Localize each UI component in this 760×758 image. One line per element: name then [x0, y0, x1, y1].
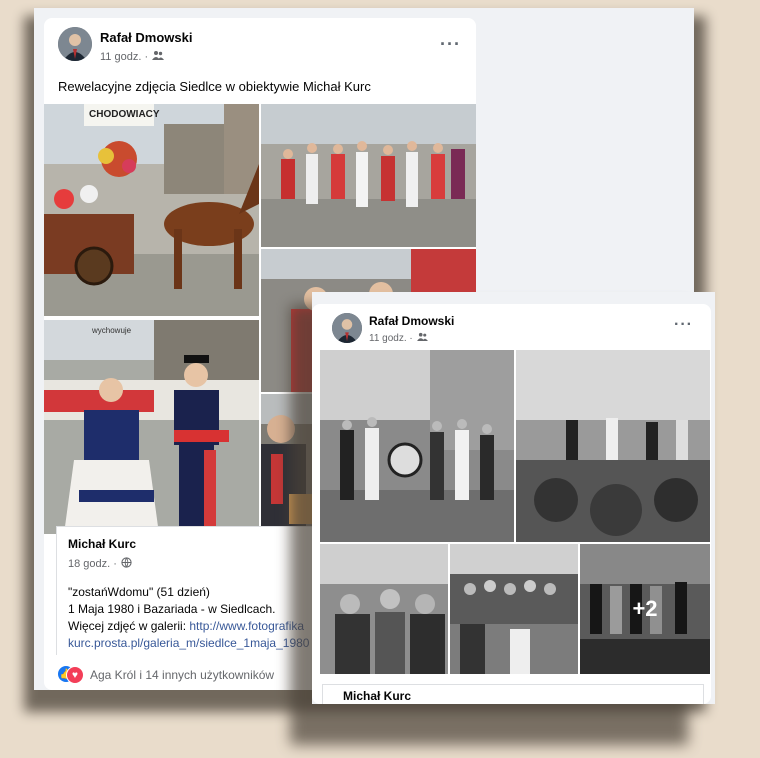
more-options-icon[interactable]: ··· [440, 34, 461, 55]
photo-bw-stage-crowd[interactable] [516, 350, 710, 542]
shared-post-meta: 18 godz. · [68, 557, 132, 571]
shared-text-line3: Więcej zdjęć w galerii: http://www.fotog… [68, 619, 304, 633]
globe-icon [121, 557, 132, 571]
post-time[interactable]: 11 godz. · [100, 51, 148, 63]
reaction-icons: 👍 ♥ [58, 666, 84, 684]
author-name[interactable]: Rafał Dmowski [100, 30, 192, 45]
photo-bw-audience[interactable] [450, 544, 578, 674]
gallery-label: Więcej zdjęć w galerii: [68, 619, 190, 633]
overlay-post-meta: 11 godz. · [369, 332, 428, 344]
photo-folk-dancers[interactable] [261, 104, 476, 247]
photo-bw-band-parade[interactable] [320, 350, 514, 542]
overlay-post-time[interactable]: 11 godz. · [369, 333, 413, 344]
friends-icon [416, 332, 428, 344]
photo-bw-folk-group[interactable]: +2 [580, 544, 710, 674]
overlay-more-options-icon[interactable]: ··· [674, 316, 693, 334]
post-meta: 11 godz. · [100, 50, 165, 63]
post-text: Rewelacyjne zdjęcia Siedlce w obiektywie… [58, 79, 371, 94]
heart-icon: ♥ [66, 666, 84, 684]
reactions-bar[interactable]: 👍 ♥ Aga Król i 14 innych użytkowników [58, 666, 274, 684]
feed-screenshot-overlay: Rafał Dmowski 11 godz. · ··· +2 Michał K… [312, 292, 715, 704]
shared-text-line1: "zostańWdomu" (51 dzień) [68, 585, 210, 599]
gallery-link-part2[interactable]: kurc.prosta.pl/galeria_m/siedlce_1maja_1… [68, 636, 309, 650]
photo-caption-sign: wychowuje [92, 326, 132, 335]
shared-author-name[interactable]: Michał Kurc [68, 537, 136, 551]
overlay-author-name[interactable]: Rafał Dmowski [369, 314, 454, 328]
overlay-author-avatar[interactable] [332, 313, 362, 343]
overlay-shared-author-name[interactable]: Michał Kurc [343, 689, 411, 703]
photo-dance-couple[interactable]: wychowuje [44, 320, 259, 534]
author-avatar[interactable] [58, 27, 92, 61]
shared-text-line2: 1 Maja 1980 i Bazariada - w Siedlcach. [68, 602, 276, 616]
gallery-link-part1[interactable]: http://www.fotografika [189, 619, 304, 633]
photo-caption-banner: CHODOWIACY [89, 109, 160, 120]
photo-bw-spectators[interactable] [320, 544, 448, 674]
shared-post-time[interactable]: 18 godz. · [68, 558, 117, 570]
friends-icon [152, 50, 165, 63]
photo-horse-cart[interactable]: CHODOWIACY [44, 104, 259, 316]
overlay-shared-post-preview[interactable]: Michał Kurc [322, 684, 704, 704]
reactions-text[interactable]: Aga Król i 14 innych użytkowników [90, 668, 274, 682]
overlay-post-card: Rafał Dmowski 11 godz. · ··· +2 Michał K… [312, 304, 711, 704]
more-photos-overlay[interactable]: +2 [580, 544, 710, 674]
